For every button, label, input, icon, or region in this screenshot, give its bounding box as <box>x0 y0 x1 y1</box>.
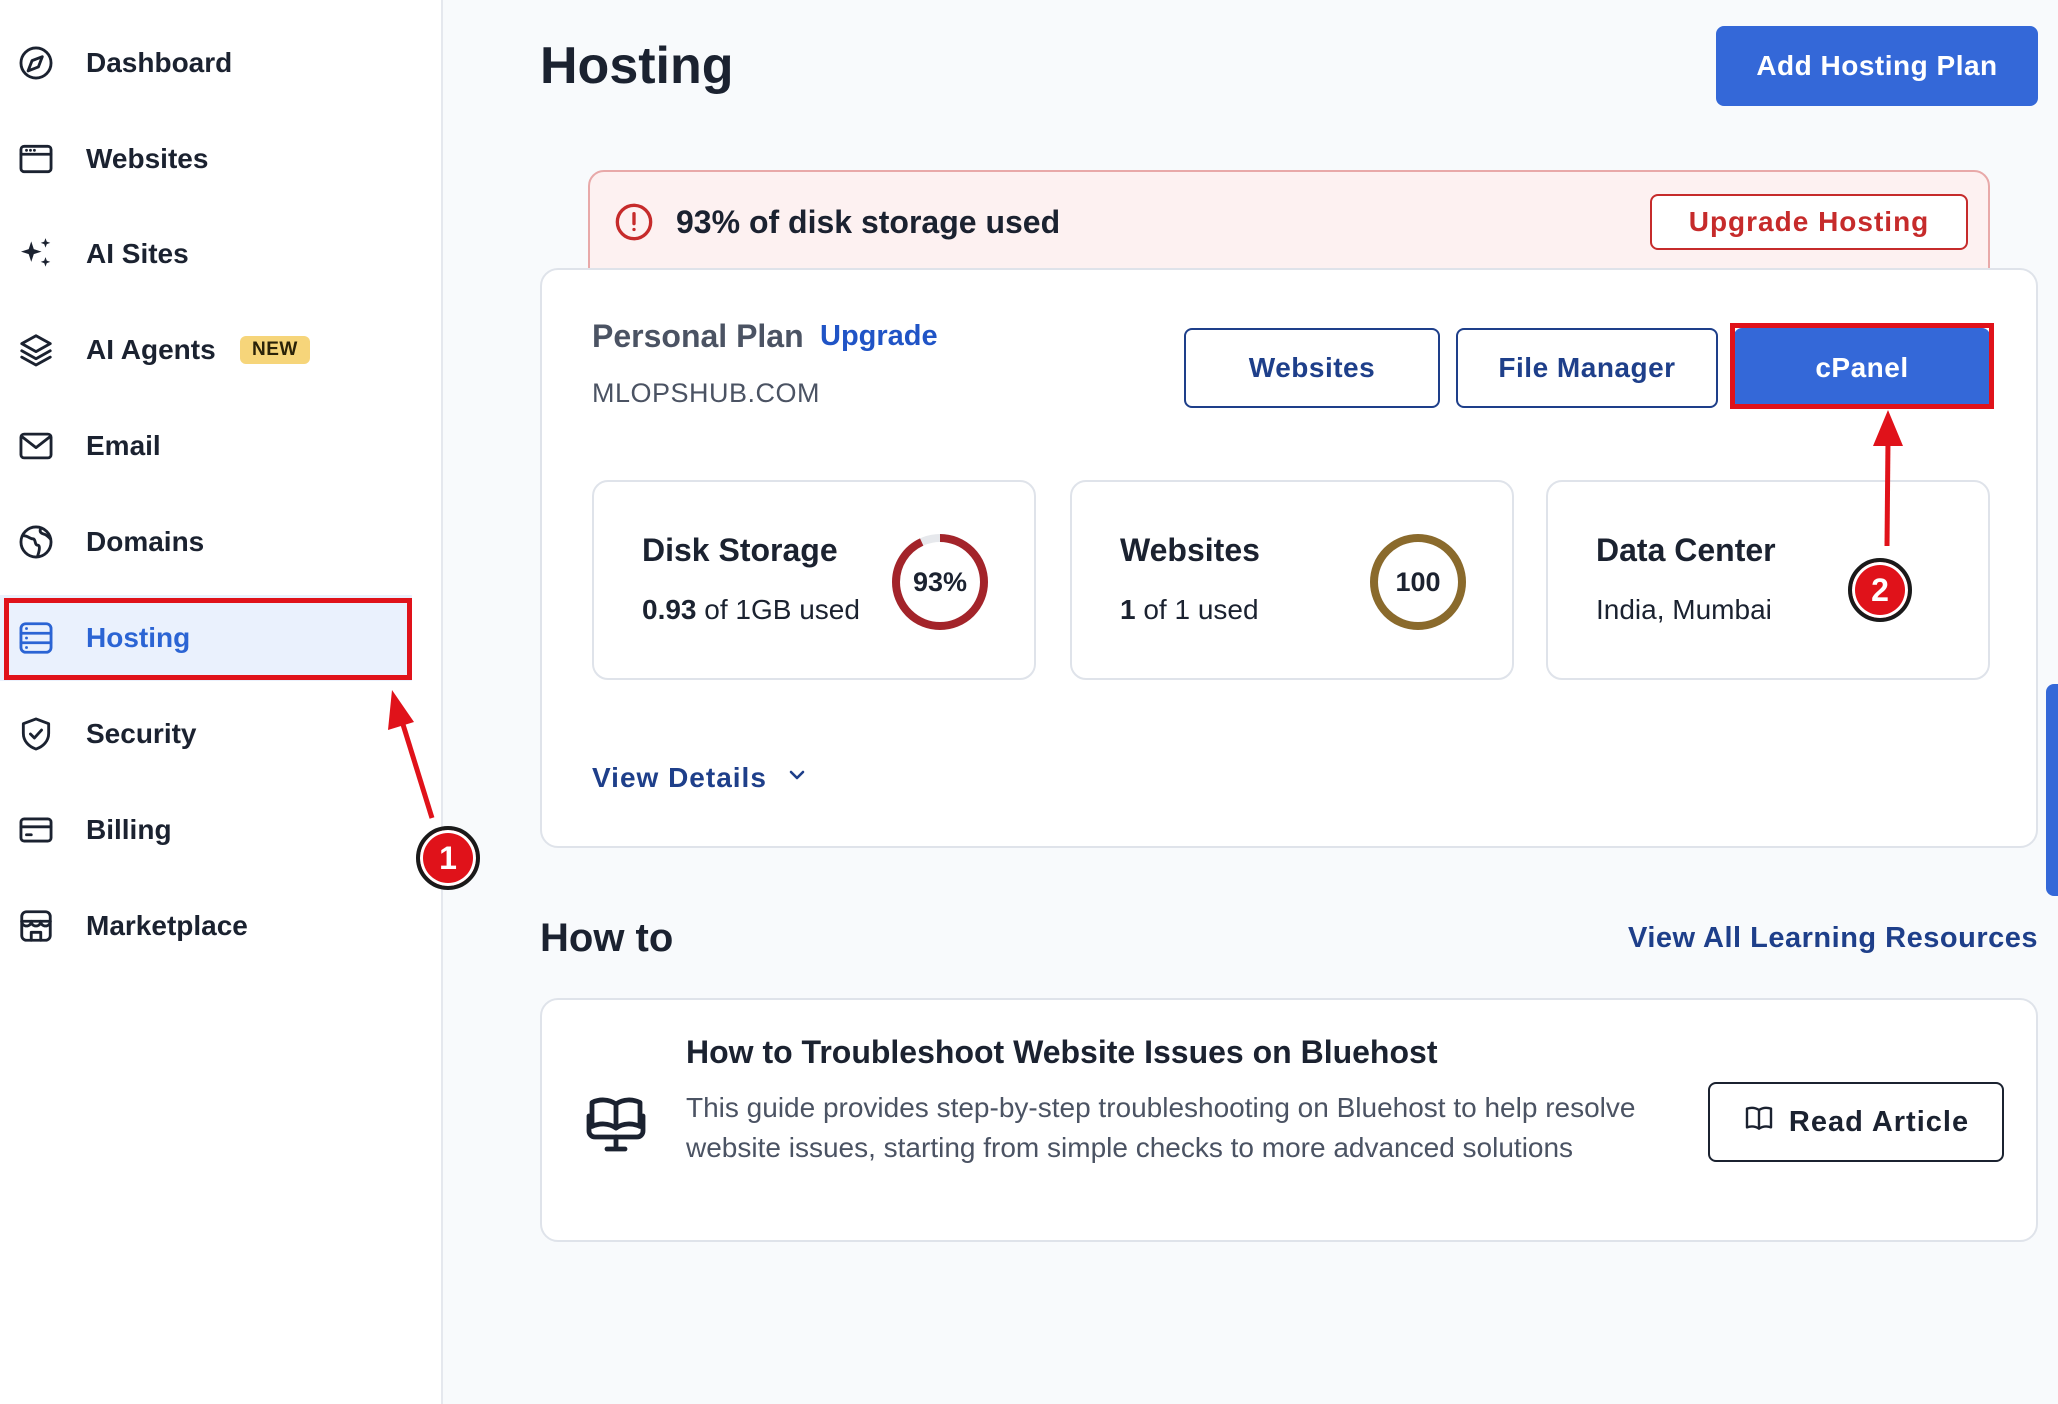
annotation-arrows <box>388 410 1903 819</box>
arrow-2-line <box>1884 439 1891 547</box>
arrow-1-line <box>398 717 435 819</box>
step-2-callout: 2 <box>1848 558 1912 622</box>
arrow-1-head <box>388 690 414 730</box>
arrow-2-head <box>1873 410 1903 446</box>
step-1-callout: 1 <box>416 826 480 890</box>
